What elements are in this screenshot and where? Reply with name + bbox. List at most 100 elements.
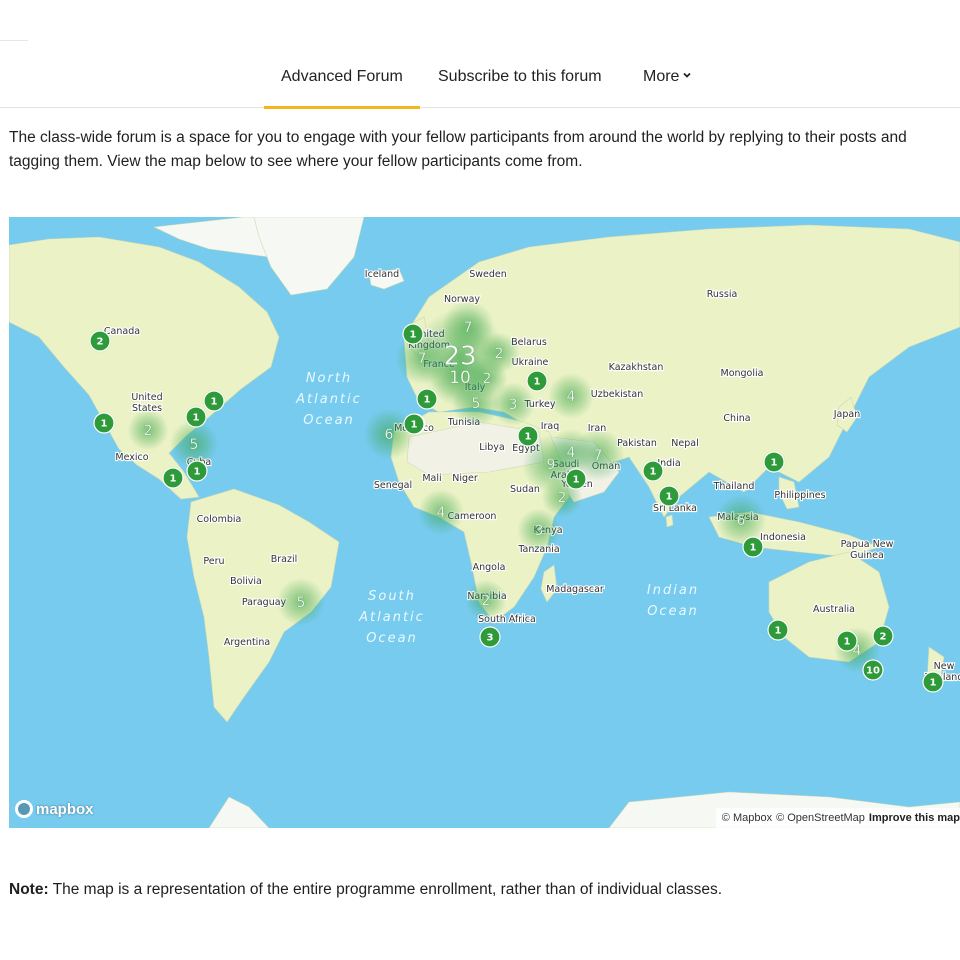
cluster-count[interactable]: 4 <box>566 389 576 406</box>
mapbox-logo-text: mapbox <box>36 800 94 818</box>
country-label-line: Papua New <box>841 539 894 550</box>
note-label: Note: <box>9 881 49 898</box>
cluster-count: 1 <box>101 419 108 430</box>
country-label: Niger <box>452 473 478 484</box>
cluster-count[interactable]: 4 <box>566 445 576 462</box>
country-label-line: Indonesia <box>760 532 806 543</box>
cluster-count: 1 <box>750 543 757 554</box>
country-label-line: Bolivia <box>230 576 262 587</box>
country-label: Russia <box>707 289 738 300</box>
country-label: China <box>723 413 750 424</box>
attribution-osm[interactable]: © OpenStreetMap <box>776 808 865 828</box>
chevron-down-icon <box>683 72 692 78</box>
country-label-line: Nepal <box>671 438 698 449</box>
ocean-label-line: Atlantic <box>295 392 362 407</box>
country-label: Angola <box>473 562 506 573</box>
cluster-count[interactable]: 3 <box>534 523 544 540</box>
ocean-label-line: South <box>368 589 416 604</box>
cluster-count: 1 <box>170 474 177 485</box>
ocean-label: North Atlantic Ocean <box>295 371 362 428</box>
country-label-line: Sweden <box>469 269 507 280</box>
ocean-label: South Atlantic Ocean <box>358 589 425 646</box>
country-label: Indonesia <box>760 532 806 543</box>
country-label-line: Niger <box>452 473 478 484</box>
cluster-count[interactable]: 23 <box>443 341 477 372</box>
country-label: Iceland <box>365 269 399 280</box>
country-label-line: Madagascar <box>546 584 604 595</box>
country-label-line: Angola <box>473 562 506 573</box>
tab-more[interactable]: More <box>643 56 692 108</box>
cluster-count[interactable]: 2 <box>494 346 504 363</box>
country-label: Mexico <box>115 452 148 463</box>
cluster-count: 1 <box>775 626 782 637</box>
country-label: Iraq <box>541 421 560 432</box>
forum-tabs: Advanced Forum Subscribe to this forum M… <box>0 56 960 109</box>
ocean-label-line: Ocean <box>366 631 418 646</box>
cluster-count[interactable]: 9 <box>546 457 556 474</box>
mapbox-logo[interactable]: mapbox <box>15 798 94 820</box>
country-label: Bolivia <box>230 576 262 587</box>
cluster-count[interactable]: 7 <box>417 351 427 368</box>
cluster-count: 1 <box>211 397 218 408</box>
country-label-line: New <box>934 661 955 672</box>
tab-subscribe[interactable]: Subscribe to this forum <box>438 56 602 108</box>
country-label-line: Argentina <box>224 637 270 648</box>
country-label-line: China <box>723 413 750 424</box>
map-attribution: © Mapbox © OpenStreetMap Improve this ma… <box>715 808 960 828</box>
attribution-mapbox[interactable]: © Mapbox <box>722 808 772 828</box>
cluster-count[interactable]: 2 <box>481 593 491 610</box>
cluster-count[interactable]: 2 <box>557 490 567 507</box>
country-label-line: Russia <box>707 289 738 300</box>
country-label-line: Uzbekistan <box>591 389 643 400</box>
ocean-label-line: North <box>306 371 352 386</box>
participants-map[interactable]: North Atlantic Ocean South Atlantic Ocean Indi… <box>9 217 960 828</box>
country-label-line: Kazakhstan <box>609 362 664 373</box>
mapbox-logo-icon <box>15 800 33 818</box>
country-label-line: Philippines <box>774 490 825 501</box>
cluster-count[interactable]: 3 <box>508 397 518 414</box>
cluster-count[interactable]: 4 <box>436 505 446 522</box>
cluster-count: 1 <box>930 678 937 689</box>
note-text: Note: The map is a representation of the… <box>9 879 722 901</box>
cluster-count[interactable]: 5 <box>296 595 306 612</box>
ocean-label-line: Ocean <box>303 413 355 428</box>
greenland <box>253 217 365 296</box>
cluster-count: 1 <box>666 492 673 503</box>
cluster-count: 3 <box>487 633 494 644</box>
country-label: Madagascar <box>546 584 604 595</box>
cluster-count: 1 <box>573 475 580 486</box>
tab-advanced-forum[interactable]: Advanced Forum <box>264 56 420 109</box>
cluster-count[interactable]: 4 <box>852 643 862 660</box>
country-label-line: Thailand <box>713 481 755 492</box>
cluster-count: 1 <box>193 413 200 424</box>
cluster-count[interactable]: 5 <box>471 396 481 413</box>
cluster-count: 1 <box>534 377 541 388</box>
country-label-line: Iceland <box>365 269 399 280</box>
country-label: Senegal <box>374 480 412 491</box>
country-label-line: Senegal <box>374 480 412 491</box>
cluster-count[interactable]: 10 <box>449 368 471 389</box>
cluster-count: 2 <box>880 632 887 643</box>
cluster-count[interactable]: 7 <box>593 448 603 465</box>
country-label-line: Peru <box>203 556 224 567</box>
cluster-count[interactable]: 6 <box>384 427 394 444</box>
cluster-count: 1 <box>194 467 201 478</box>
cluster-count: 1 <box>650 467 657 478</box>
country-label-line: Guinea <box>850 550 884 561</box>
cluster-count[interactable]: 5 <box>189 437 199 454</box>
improve-map-link[interactable]: Improve this map <box>869 808 960 828</box>
country-label: Philippines <box>774 490 825 501</box>
cluster-count[interactable]: 7 <box>463 320 473 337</box>
country-label-line: Iraq <box>541 421 560 432</box>
country-label-line: Mongolia <box>721 368 764 379</box>
country-label: Sweden <box>469 269 507 280</box>
top-rule <box>0 40 28 41</box>
country-label: Nepal <box>671 438 698 449</box>
cluster-count[interactable]: 2 <box>143 423 153 440</box>
cluster-count[interactable]: 2 <box>482 371 492 388</box>
country-label-line: Mali <box>422 473 441 484</box>
country-label: Japan <box>833 409 861 420</box>
country-label: Libya <box>479 442 504 453</box>
cluster-count[interactable]: 6 <box>736 513 746 530</box>
cluster-count: 1 <box>844 637 851 648</box>
